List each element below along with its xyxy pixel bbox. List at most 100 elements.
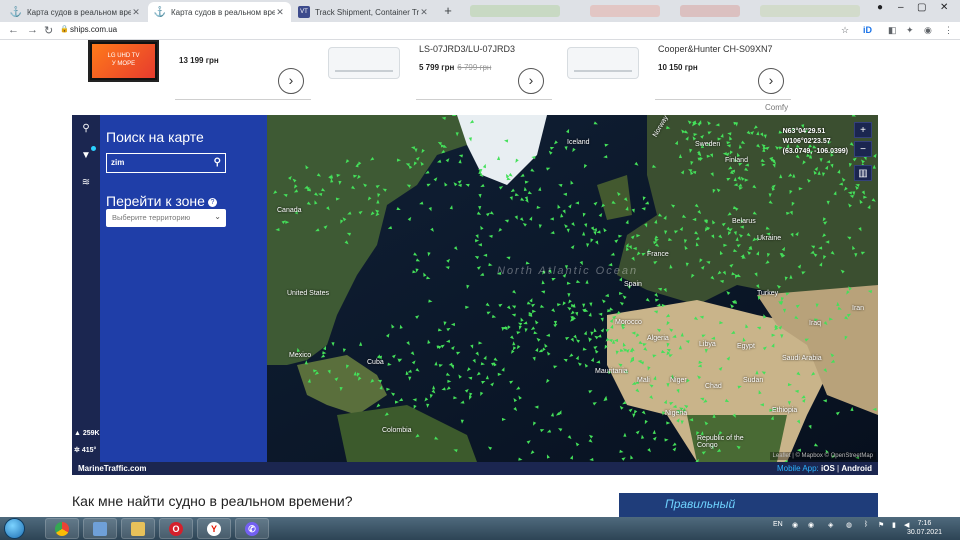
- lock-icon[interactable]: 🔒: [60, 25, 69, 33]
- tray-icon[interactable]: ◈: [828, 521, 833, 529]
- taskbar-viber[interactable]: ✆: [235, 518, 269, 539]
- chevron-right-icon[interactable]: ›: [518, 68, 544, 94]
- tab-title: Карта судов в реальном времени: [27, 7, 131, 17]
- network-icon[interactable]: ▮: [892, 521, 896, 529]
- divider: [655, 99, 791, 100]
- coordinate-readout: N63°04'29.51 W106°02'23.57 (63.0749, -10…: [782, 128, 848, 155]
- air-conditioner-image[interactable]: [328, 47, 400, 79]
- search-icon[interactable]: ⚲: [80, 123, 92, 135]
- close-icon[interactable]: ✕: [131, 7, 141, 18]
- blurred-background: [590, 5, 660, 17]
- taskbar-chrome[interactable]: [45, 518, 79, 539]
- filter-active-dot: [91, 146, 96, 151]
- map-label-mauritania: Mauritania: [595, 368, 628, 375]
- map-label-chad: Chad: [705, 383, 722, 390]
- tv-promo: LG UHD TV У МОРЕ: [92, 44, 155, 78]
- air-conditioner-image[interactable]: [567, 47, 639, 79]
- marinetraffic-widget: ⚲ ▼ ≋ ▲ 259K ✲ 415° Поиск на карте zim ⚲…: [72, 115, 878, 475]
- zoom-in-button[interactable]: +: [854, 122, 872, 138]
- ios-link[interactable]: iOS: [821, 464, 835, 473]
- online-count: ✲ 415°: [74, 447, 97, 454]
- tray-icon[interactable]: ◍: [846, 521, 852, 529]
- profile-icon[interactable]: ●: [877, 2, 883, 13]
- search-input[interactable]: zim ⚲: [106, 153, 226, 173]
- map-label-ethiopia: Ethiopia: [772, 407, 798, 414]
- taskbar-opera[interactable]: O: [159, 518, 193, 539]
- close-window-icon[interactable]: ✕: [940, 2, 948, 13]
- tray-icon[interactable]: ◉: [792, 521, 798, 529]
- taskbar-notepad[interactable]: [83, 518, 117, 539]
- tv-promo-text: У МОРЕ: [111, 61, 136, 67]
- zone-select[interactable]: Выберите территорию ⌄: [106, 209, 226, 227]
- map-label-france: France: [647, 251, 669, 258]
- divider: [416, 99, 552, 100]
- map-label-niger: Niger: [670, 377, 687, 384]
- language-indicator[interactable]: EN: [773, 521, 783, 528]
- browser-tab-1[interactable]: ⚓ Карта судов в реальном времени ✕: [4, 2, 147, 22]
- tray-icon[interactable]: ◉: [808, 521, 814, 529]
- url-field[interactable]: ships.com.ua: [70, 25, 117, 34]
- extension-icon[interactable]: iD: [863, 25, 872, 35]
- tv-brand: LG UHD TV: [107, 53, 140, 59]
- new-tab-button[interactable]: +: [440, 3, 456, 19]
- bluetooth-icon[interactable]: ᛒ: [864, 521, 868, 528]
- folder-icon: [131, 521, 145, 536]
- anchor-icon: ⚓: [9, 6, 23, 18]
- vessel-count: ▲ 259K: [74, 430, 100, 437]
- chevron-right-icon[interactable]: ›: [758, 68, 784, 94]
- map-label-egypt: Egypt: [737, 343, 755, 350]
- product-name[interactable]: Cooper&Hunter CH-S09XN7: [658, 44, 773, 54]
- taskbar-yandex[interactable]: Y: [197, 518, 231, 539]
- android-link[interactable]: Android: [841, 464, 872, 473]
- old-price: 6 799 грн: [457, 63, 492, 72]
- product-price: 10 150 грн: [658, 63, 698, 72]
- menu-icon[interactable]: ⋮: [944, 25, 953, 36]
- ad-banner[interactable]: Правильный: [619, 493, 878, 517]
- map-label-morocco: Morocco: [615, 319, 642, 326]
- map-label-spain: Spain: [624, 281, 642, 288]
- taskbar-explorer[interactable]: [121, 518, 155, 539]
- search-icon[interactable]: ⚲: [214, 157, 221, 168]
- start-button[interactable]: [4, 518, 25, 539]
- extension-icon[interactable]: ◧: [888, 25, 897, 36]
- system-clock[interactable]: 7:16 30.07.2021: [907, 519, 942, 537]
- minimize-icon[interactable]: –: [898, 2, 904, 13]
- article-heading: Как мне найти судно в реальном времени?: [72, 493, 353, 509]
- tv-product-image[interactable]: LG UHD TV У МОРЕ: [88, 40, 159, 82]
- reload-icon[interactable]: ↻: [44, 24, 53, 37]
- map-layers-icon[interactable]: ▥: [854, 165, 872, 181]
- browser-tab-2[interactable]: ⚓ Карта судов в реальном времени ✕: [148, 2, 291, 22]
- avatar[interactable]: ◉: [924, 25, 932, 36]
- browser-tab-3[interactable]: VT Track Shipment, Container Tracking ✕: [292, 2, 435, 22]
- back-icon[interactable]: ←: [8, 24, 19, 36]
- product-price: 13 199 грн: [179, 56, 219, 65]
- map-label-sudan: Sudan: [743, 377, 764, 384]
- help-icon[interactable]: ?: [207, 197, 217, 207]
- zoom-out-button[interactable]: −: [854, 141, 872, 157]
- filter-icon[interactable]: ▼: [80, 150, 92, 162]
- search-panel: Поиск на карте zim ⚲ Перейти к зоне? Выб…: [100, 115, 267, 462]
- tab-title: Track Shipment, Container Tracking: [315, 7, 419, 17]
- vessel-map[interactable]: North Atlantic Ocean Canada United State…: [267, 115, 878, 462]
- opera-icon: O: [169, 521, 183, 536]
- chrome-icon: [55, 521, 69, 536]
- zone-title: Перейти к зоне?: [106, 193, 217, 209]
- product-name[interactable]: LS-07JRD3/LU-07JRD3: [419, 44, 515, 54]
- address-bar: ← → ↻ 🔒 ships.com.ua ☆ iD ◧ ✦ ◉ ⋮: [0, 22, 960, 40]
- viber-icon: ✆: [245, 521, 259, 536]
- map-label-iceland: Iceland: [567, 139, 590, 146]
- puzzle-icon[interactable]: ✦: [906, 25, 914, 36]
- marinetraffic-logo[interactable]: MarineTraffic.com: [78, 464, 146, 473]
- windows-taskbar: O Y ✆ EN ◉ ◉ ◈ ◍ ᛒ ⚑ ▮ ◀ 7:16 30.07.2021: [0, 517, 960, 540]
- close-icon[interactable]: ✕: [275, 7, 285, 18]
- close-icon[interactable]: ✕: [419, 7, 429, 18]
- layers-icon[interactable]: ≋: [80, 177, 92, 189]
- search-title: Поиск на карте: [106, 129, 204, 145]
- bookmark-star-icon[interactable]: ☆: [841, 25, 849, 36]
- forward-icon[interactable]: →: [27, 24, 38, 36]
- map-attribution[interactable]: Leaflet | © Mapbox © OpenStreetMap: [769, 452, 876, 460]
- flag-icon[interactable]: ⚑: [878, 521, 884, 529]
- chevron-right-icon[interactable]: ›: [278, 68, 304, 94]
- maximize-icon[interactable]: ▢: [917, 2, 926, 13]
- map-label-ukraine: Ukraine: [757, 235, 782, 242]
